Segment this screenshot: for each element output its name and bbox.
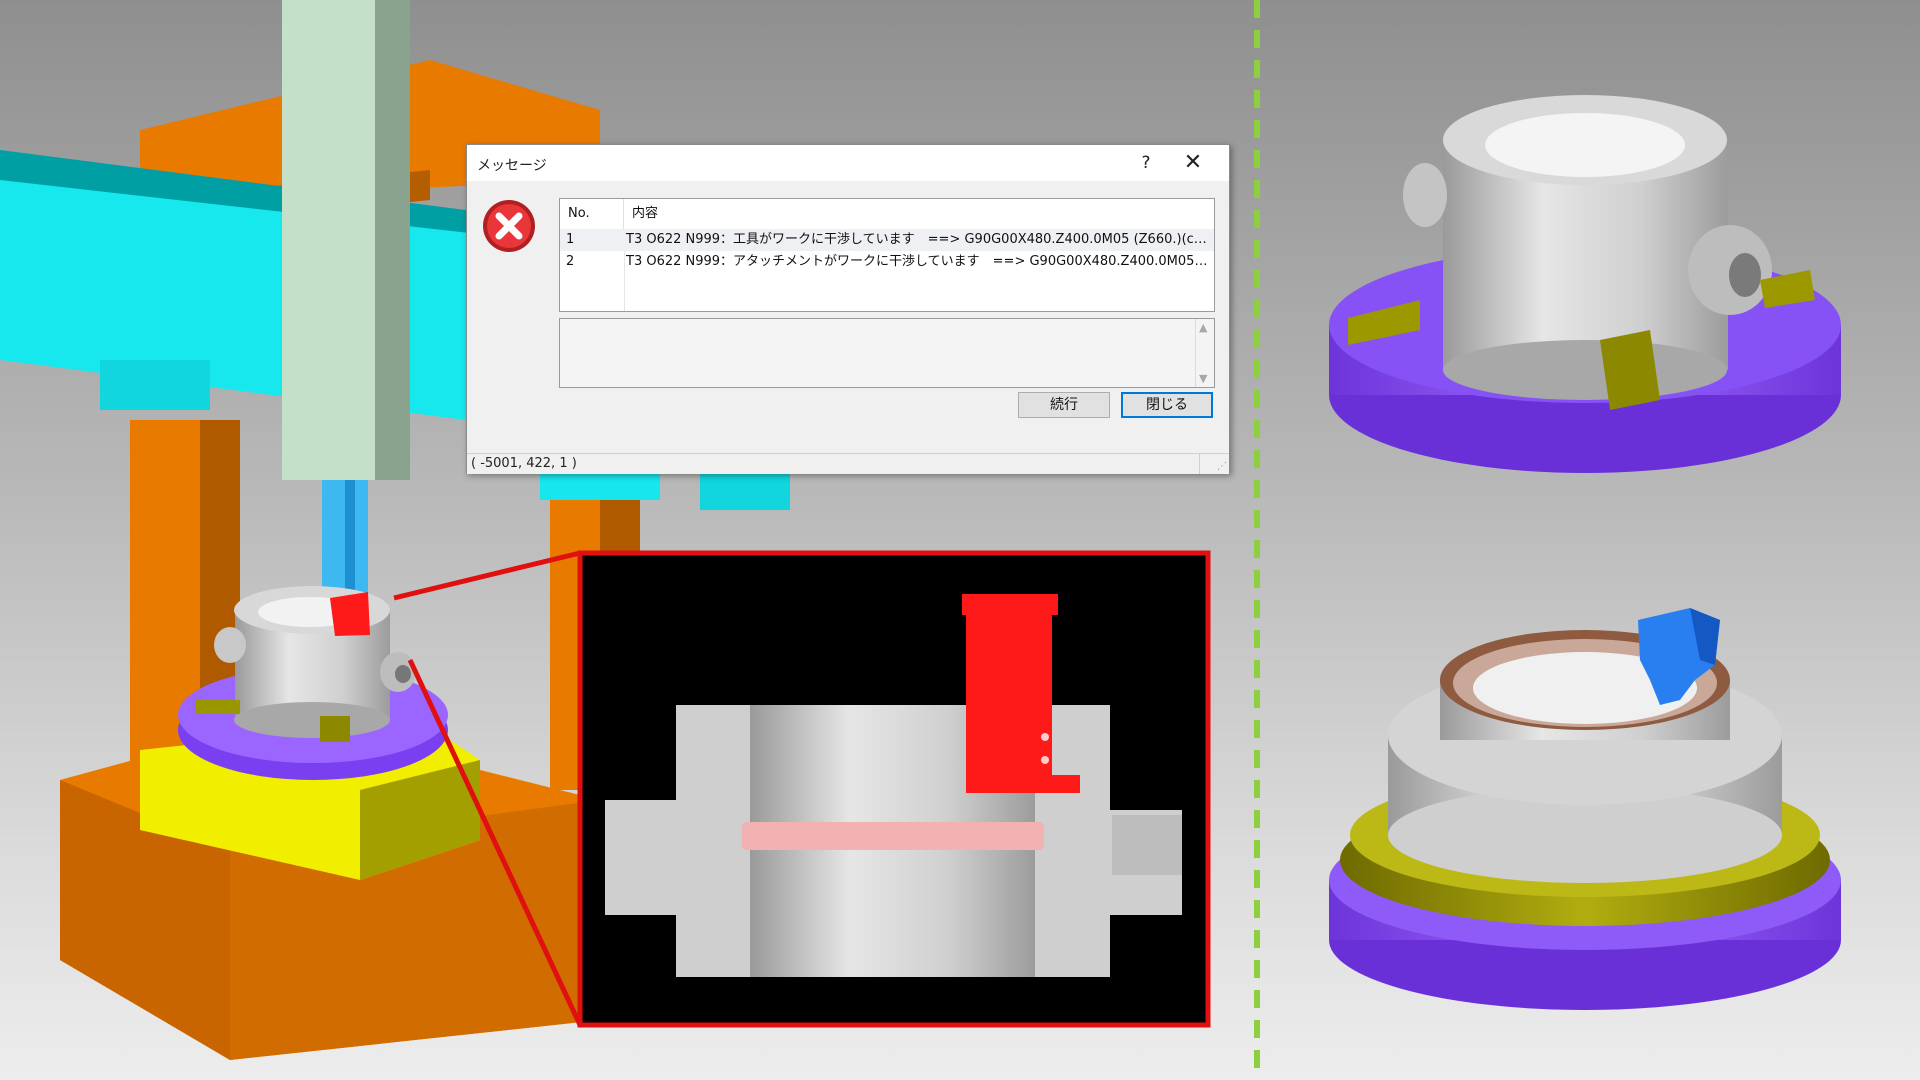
row-number: 1 xyxy=(566,232,575,247)
scroll-up-icon[interactable]: ▲ xyxy=(1199,321,1207,334)
dialog-title: メッセージ xyxy=(477,158,547,174)
dialog-status-bar: ( -5001, 422, 1 ) ⋰ xyxy=(467,453,1229,474)
fixture-view-bottom xyxy=(1329,608,1841,1010)
message-list[interactable]: No. 内容 1 T3 O622 N999：工具がワークに干渉しています ==>… xyxy=(559,198,1215,312)
close-button[interactable]: 閉じる xyxy=(1121,392,1213,418)
row-message: T3 O622 N999：アタッチメントがワークに干渉しています ==> G90… xyxy=(626,254,1210,269)
column-header-no[interactable]: No. xyxy=(560,199,624,229)
table-row[interactable]: 2 T3 O622 N999：アタッチメントがワークに干渉しています ==> G… xyxy=(560,251,1214,273)
detail-scrollbar[interactable]: ▲ ▼ xyxy=(1195,319,1214,387)
continue-button[interactable]: 続行 xyxy=(1018,392,1110,418)
row-number: 2 xyxy=(566,254,575,269)
dialog-title-bar[interactable]: メッセージ ? ✕ xyxy=(467,145,1229,181)
column-header-content[interactable]: 内容 xyxy=(624,199,1214,229)
fixture-view-top xyxy=(1329,95,1841,473)
scroll-down-icon[interactable]: ▼ xyxy=(1199,372,1207,385)
status-coordinates: ( -5001, 422, 1 ) xyxy=(471,456,577,471)
help-button[interactable]: ? xyxy=(1133,150,1159,176)
row-message: T3 O622 N999：工具がワークに干渉しています ==> G90G00X4… xyxy=(626,232,1210,247)
close-icon[interactable]: ✕ xyxy=(1179,149,1207,177)
error-icon xyxy=(483,200,535,252)
message-dialog: メッセージ ? ✕ No. 内容 1 T3 O622 N999：工具がワークに干… xyxy=(466,144,1230,474)
resize-grip-icon[interactable]: ⋰ xyxy=(1217,461,1227,472)
status-divider xyxy=(1199,454,1200,474)
detail-textbox[interactable]: ▲ ▼ xyxy=(559,318,1215,388)
table-row[interactable]: 1 T3 O622 N999：工具がワークに干渉しています ==> G90G00… xyxy=(560,229,1214,251)
